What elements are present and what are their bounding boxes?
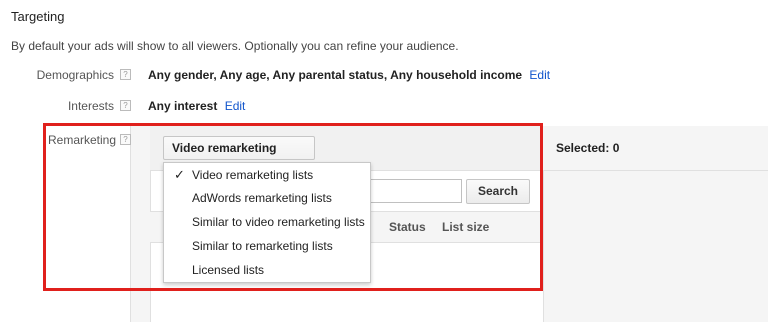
interests-edit-link[interactable]: Edit bbox=[225, 99, 246, 113]
demographics-value: Any gender, Any age, Any parental status… bbox=[148, 68, 523, 82]
demographics-row: Any gender, Any age, Any parental status… bbox=[148, 68, 550, 82]
demographics-edit-link[interactable]: Edit bbox=[529, 68, 550, 82]
highlight-box bbox=[43, 123, 543, 291]
demographics-label: Demographics bbox=[36, 68, 114, 82]
interests-value: Any interest bbox=[148, 99, 218, 113]
help-icon[interactable]: ? bbox=[120, 100, 131, 111]
interests-row: Any interest Edit bbox=[148, 99, 245, 113]
help-icon[interactable]: ? bbox=[120, 69, 131, 80]
targeting-description: By default your ads will show to all vie… bbox=[11, 39, 459, 53]
selected-count: Selected: 0 bbox=[556, 141, 620, 155]
section-title: Targeting bbox=[11, 9, 65, 24]
interests-label: Interests bbox=[67, 99, 114, 113]
